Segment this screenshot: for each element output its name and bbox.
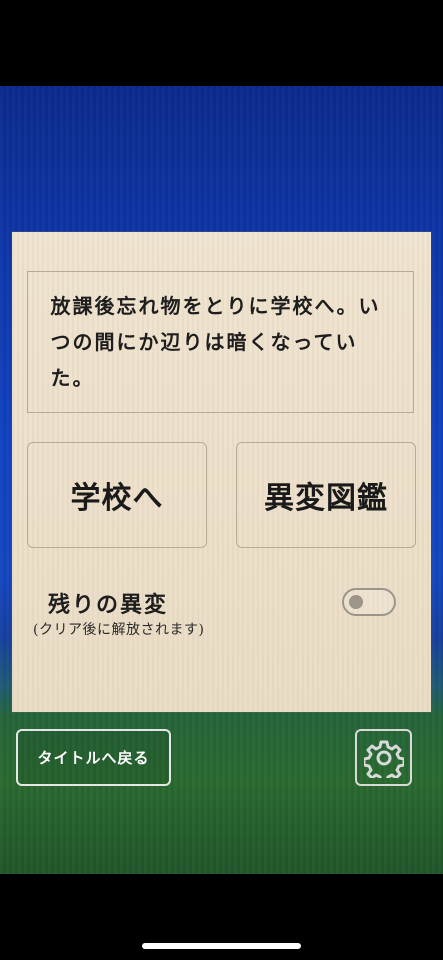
remaining-anomalies-toggle[interactable]	[342, 588, 396, 616]
remaining-anomalies-label: 残りの異変	[48, 592, 169, 618]
settings-button[interactable]	[355, 729, 412, 786]
anomaly-catalog-button[interactable]: 異変図鑑	[236, 442, 416, 548]
toggle-knob	[349, 595, 363, 609]
main-menu-panel: 放課後忘れ物をとりに学校へ。いつの間にか辺りは暗くなっていた。 学校へ 異変図鑑…	[12, 232, 431, 712]
back-to-title-button[interactable]: タイトルへ戻る	[16, 729, 171, 786]
story-text: 放課後忘れ物をとりに学校へ。いつの間にか辺りは暗くなっていた。	[50, 294, 381, 390]
gear-icon	[363, 740, 404, 778]
game-screen: 放課後忘れ物をとりに学校へ。いつの間にか辺りは暗くなっていた。 学校へ 異変図鑑…	[0, 0, 443, 960]
story-box: 放課後忘れ物をとりに学校へ。いつの間にか辺りは暗くなっていた。	[27, 271, 414, 413]
unlock-note: (クリア後に解放されます)	[33, 622, 205, 638]
go-to-school-button[interactable]: 学校へ	[27, 442, 207, 548]
home-indicator	[142, 943, 301, 949]
